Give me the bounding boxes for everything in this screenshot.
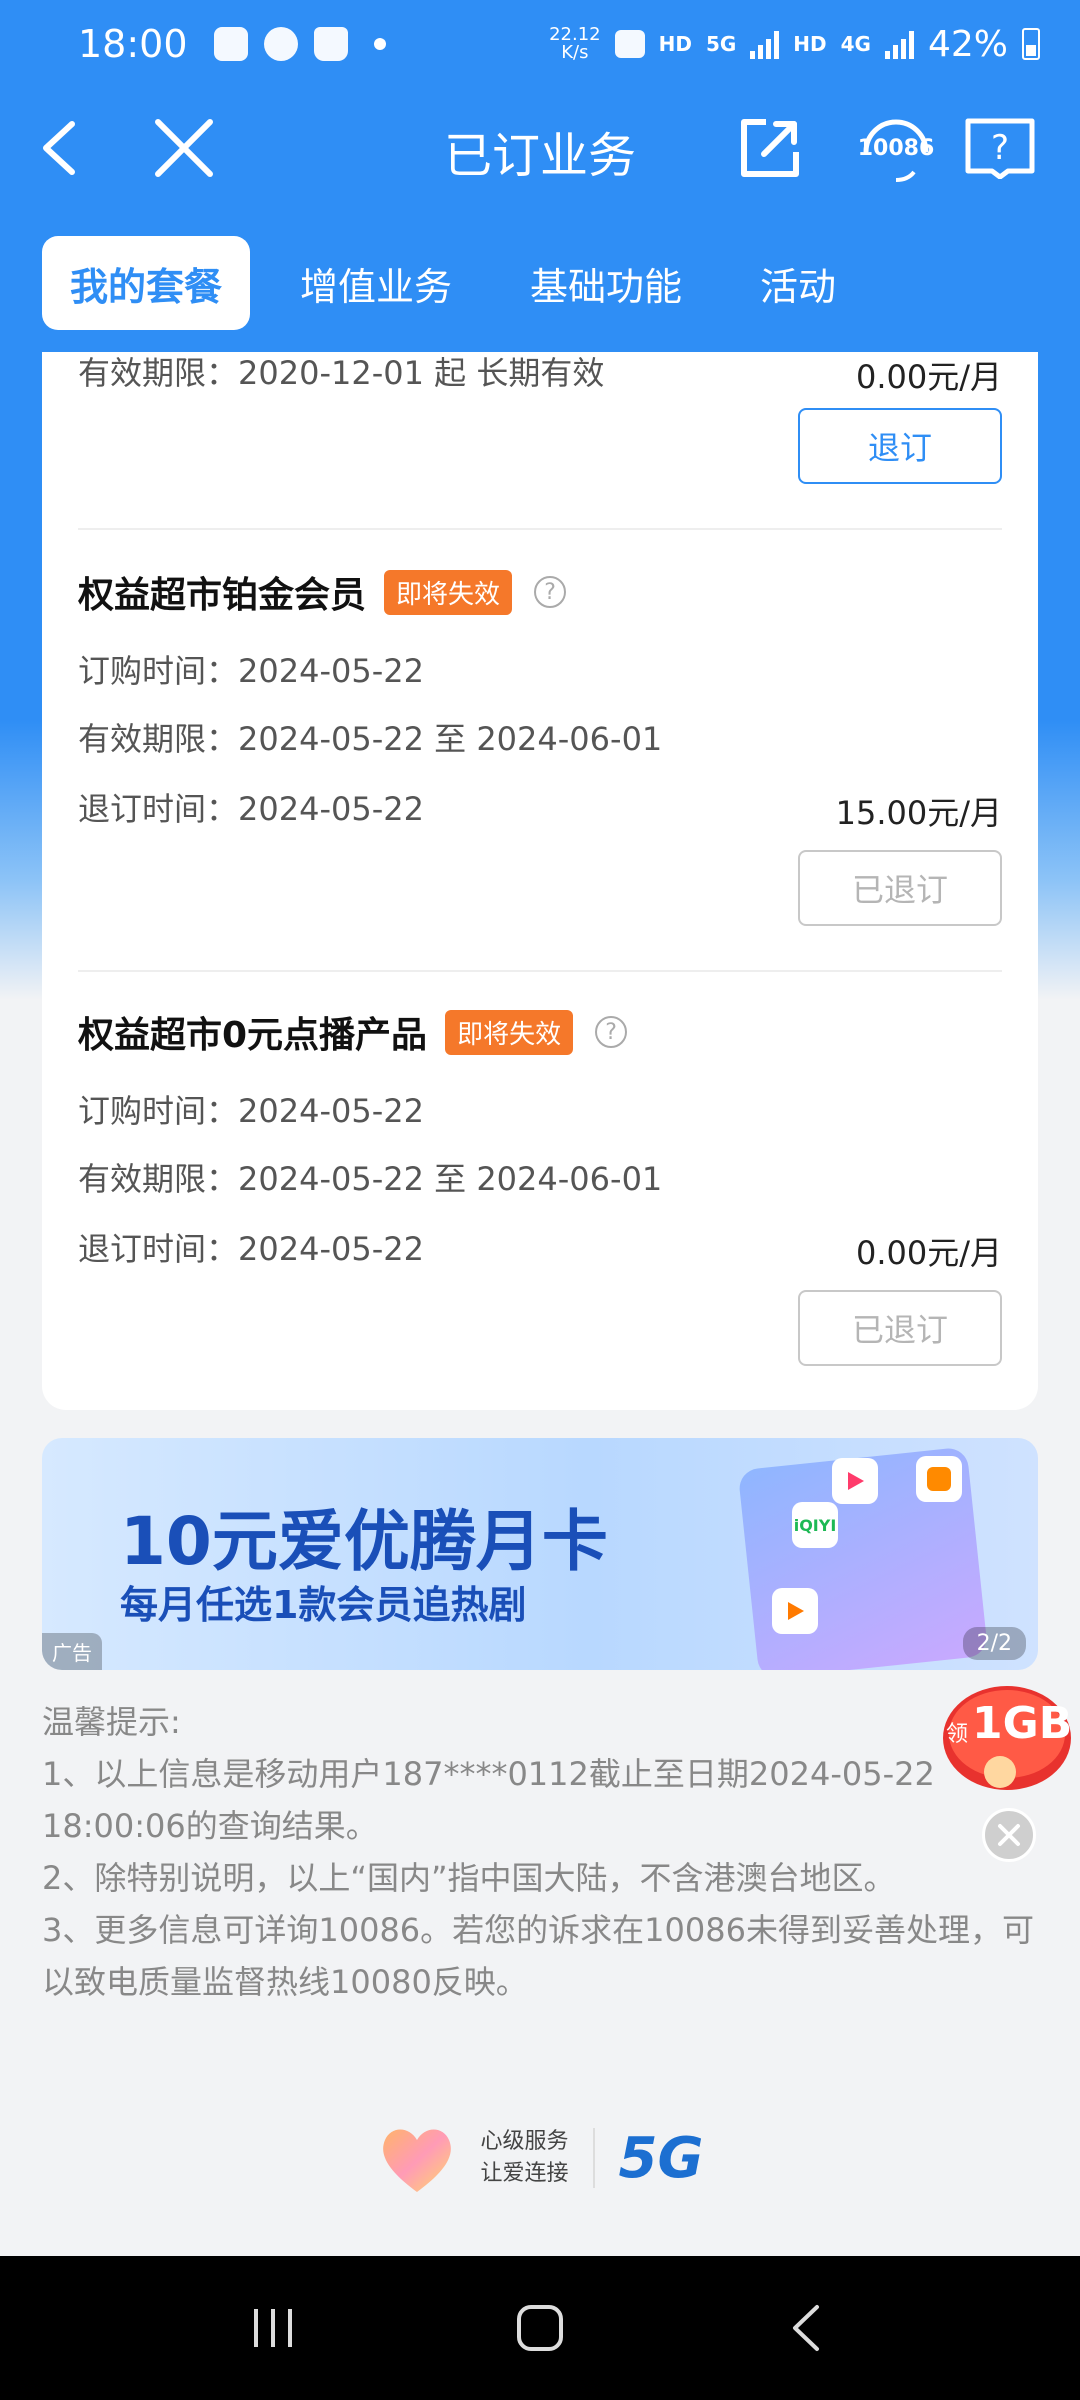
help-icon[interactable]: ? (595, 1016, 628, 1048)
more-notifications-dot-icon (373, 38, 386, 50)
system-navigation-bar (0, 2256, 1080, 2400)
notification-icons (213, 27, 386, 61)
close-promo-button[interactable] (982, 1808, 1036, 1862)
item-order-time: 订购时间：2024-05-22 (78, 652, 424, 690)
footer-5g-logo: 5G (618, 2125, 704, 2191)
battery-percent: 42% (927, 23, 1008, 65)
upload-message-icon (614, 30, 645, 58)
floating-1gb-promo[interactable]: 领 1GB (938, 1676, 1076, 1794)
tab-basic-functions[interactable]: 基础功能 (502, 236, 710, 330)
recent-apps-icon (254, 2309, 293, 2347)
item-price: 0.00元/月 (855, 1234, 1002, 1272)
expiring-tag: 即将失效 (445, 1009, 574, 1055)
help-icon[interactable]: ? (534, 576, 567, 608)
tips-heading: 温馨提示: (42, 1703, 181, 1741)
unsubscribed-button: 已退订 (798, 850, 1002, 926)
status-time: 18:00 (78, 22, 188, 66)
heart-logo-icon (382, 2129, 451, 2192)
item-validity: 有效期限：2024-05-22 至 2024-06-01 (78, 1160, 663, 1198)
gallery-icon (213, 27, 248, 61)
banner-title: 10元爱优腾月卡 (120, 1503, 608, 1580)
item-validity: 有效期限：2020-12-01 起 长期有效 (78, 354, 605, 392)
item-order-time: 订购时间：2024-05-22 (78, 1092, 424, 1130)
signal-icon (750, 29, 780, 59)
hd-indicator-2: HD (793, 32, 827, 56)
network-4g: 4G (840, 32, 871, 56)
iqiyi-app-icon: iQIYI (792, 1502, 838, 1548)
tips-line-2: 2、除特别说明，以上“国内”指中国大陆，不含港澳台地区。 (42, 1859, 896, 1897)
headset-icon: 10086 (856, 112, 936, 184)
item-validity: 有效期限：2024-05-22 至 2024-06-01 (78, 720, 663, 758)
help-guide-button[interactable]: ? (960, 108, 1040, 188)
tips-line-3: 3、更多信息可详询10086。若您的诉求在10086未得到妥善处理，可以致电质量… (42, 1911, 1034, 2001)
tab-my-plan[interactable]: 我的套餐 (42, 236, 251, 330)
footer-separator (592, 2128, 595, 2188)
footer-branding: 心级服务 让爱连接 5G (0, 2120, 1080, 2196)
shopping-bag-icon (313, 27, 348, 61)
signal-icon-2 (884, 29, 914, 59)
home-icon (516, 2305, 563, 2351)
banner-page-indicator: 2/2 (962, 1627, 1026, 1660)
item-title: 权益超市铂金会员 (78, 575, 367, 616)
unsubscribed-button: 已退订 (798, 1290, 1002, 1366)
svg-text:?: ? (991, 128, 1009, 168)
net-speed: 22.12 K/s (549, 26, 601, 62)
share-button[interactable] (730, 108, 810, 188)
tab-value-added[interactable]: 增值业务 (272, 236, 480, 330)
tips-section: 温馨提示: 1、以上信息是移动用户187****0112截止至日期2024-05… (42, 1696, 1042, 2008)
item-cancel-time: 退订时间：2024-05-22 (78, 1230, 424, 1268)
item-price: 0.00元/月 (855, 358, 1002, 396)
book-question-icon: ? (965, 118, 1035, 179)
item-title: 权益超市0元点播产品 (78, 1015, 428, 1056)
battery-icon (1022, 28, 1040, 60)
app-header: 已订业务 10086 ? (0, 88, 1080, 208)
close-icon (998, 1824, 1020, 1846)
tips-line-1: 1、以上信息是移动用户187****0112截止至日期2024-05-22 18… (42, 1755, 935, 1845)
footer-slogan-2: 让爱连接 (480, 2161, 569, 2186)
home-button[interactable] (490, 2288, 590, 2368)
footer-slogan-1: 心级服务 (480, 2129, 569, 2154)
chat-icon (263, 27, 298, 61)
divider (78, 528, 1002, 530)
tencent-video-app-icon (772, 1588, 818, 1634)
tab-bar: 我的套餐 增值业务 基础功能 活动 (42, 236, 886, 330)
tab-activities[interactable]: 活动 (732, 236, 864, 330)
share-icon (741, 119, 799, 177)
expiring-tag: 即将失效 (384, 569, 513, 615)
promo-label: 领 (946, 1722, 969, 1747)
system-back-button[interactable] (757, 2288, 857, 2368)
mgtv-app-icon (916, 1456, 962, 1502)
item-cancel-time: 退订时间：2024-05-22 (78, 790, 424, 828)
service-number: 10086 (857, 135, 935, 161)
banner-subtitle: 每月任选1款会员追热剧 (120, 1583, 527, 1627)
item-price: 15.00元/月 (835, 794, 1002, 832)
item-title-row: 权益超市0元点播产品 即将失效 ? (78, 1006, 628, 1058)
promo-amount: 1GB (972, 1698, 1073, 1749)
unsubscribe-button[interactable]: 退订 (798, 408, 1002, 484)
status-right: 22.12 K/s HD 5G HD 4G 42% (549, 24, 1040, 65)
back-arrow-icon (792, 2305, 819, 2351)
customer-service-button[interactable]: 10086 (846, 108, 946, 188)
ad-label: 广告 (42, 1633, 102, 1670)
network-5g: 5G (705, 32, 737, 56)
footer-slogan: 心级服务 让爱连接 (481, 2126, 569, 2190)
subscriptions-card: 有效期限：2020-12-01 起 长期有效 0.00元/月 退订 权益超市铂金… (42, 352, 1038, 1410)
item-title-row: 权益超市铂金会员 即将失效 ? (78, 566, 567, 618)
youku-app-icon (832, 1458, 878, 1504)
recent-apps-button[interactable] (223, 2288, 323, 2368)
hd-indicator-1: HD (658, 32, 692, 56)
ad-banner[interactable]: 10元爱优腾月卡 每月任选1款会员追热剧 iQIYI 广告 2/2 (42, 1438, 1038, 1670)
divider (78, 970, 1002, 972)
net-speed-unit: K/s (561, 42, 589, 63)
status-bar: 18:00 22.12 K/s HD 5G HD 4G 42% (0, 0, 1080, 88)
